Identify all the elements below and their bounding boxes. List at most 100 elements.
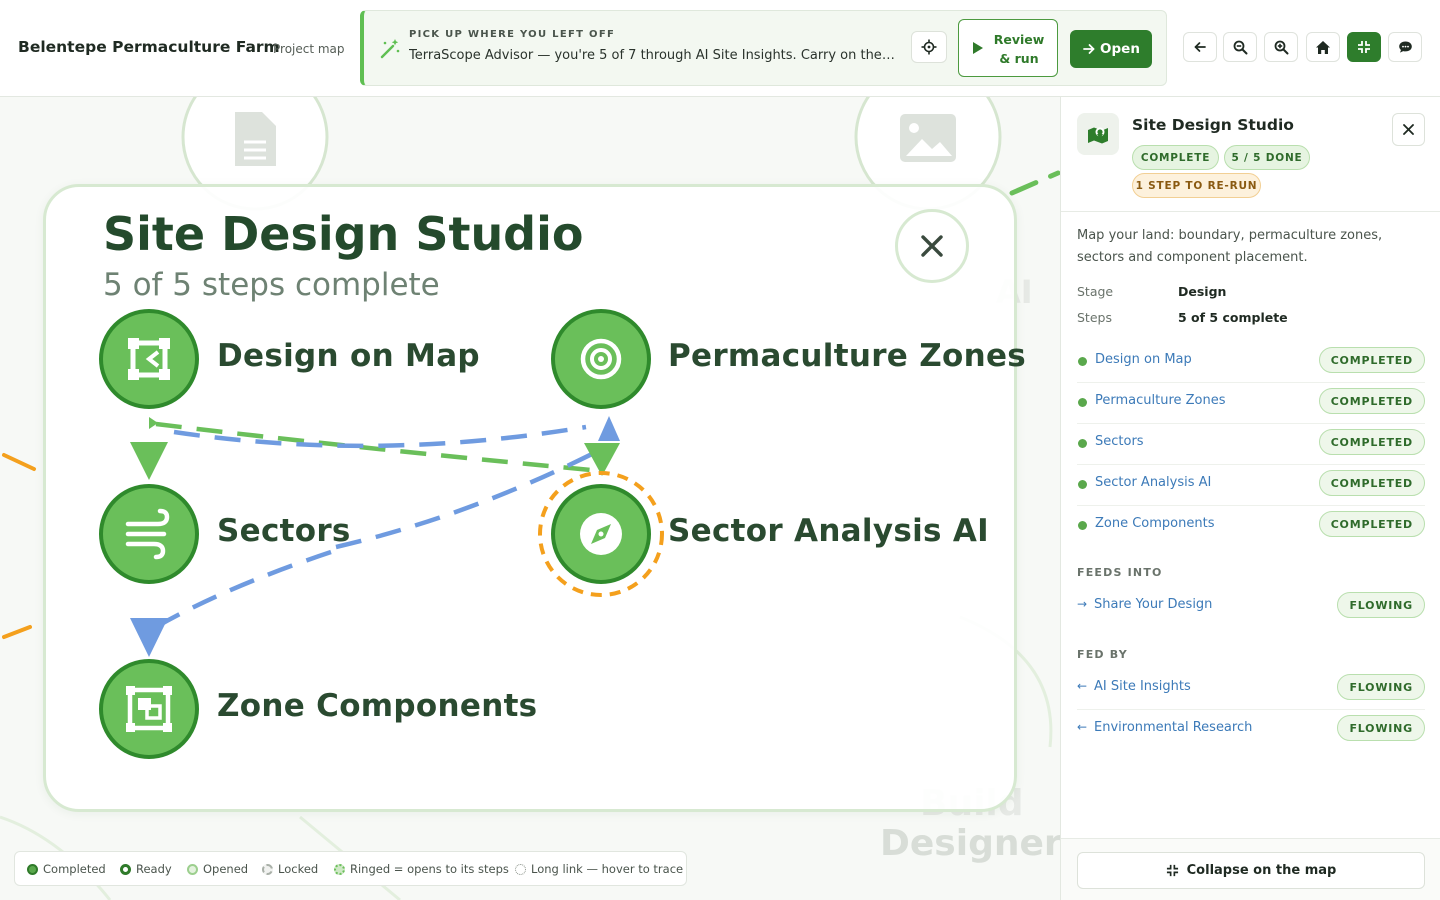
legend-label: Completed [43,862,106,876]
fed-by-status: FLOWING [1337,674,1425,700]
zoom-in-icon [1274,40,1288,54]
crop-frame-icon [128,338,170,380]
chat-button[interactable] [1388,32,1422,62]
magic-wand-icon [380,39,400,59]
compass-icon [580,513,622,555]
arrowhead-to-components [130,618,168,657]
resume-message: TerraScope Advisor — you're 5 of 7 throu… [409,48,899,63]
home-button[interactable] [1306,32,1340,62]
link-design-to-zones[interactable] [173,424,587,449]
panel-description: Map your land: boundary, permaculture zo… [1077,228,1383,265]
legend-completed: Completed [27,862,106,876]
arrow-left-icon: ← [1077,720,1088,734]
arrowhead-start [149,417,158,429]
step-row[interactable]: Design on Map COMPLETED [1077,342,1425,383]
opened-dot-icon [187,863,198,875]
step-label-zone-components[interactable]: Zone Components [217,688,537,724]
step-row-name[interactable]: Design on Map [1095,352,1192,367]
rerun-badge: 1 STEP TO RE-RUN [1132,173,1261,198]
resume-kicker: PICK UP WHERE YOU LEFT OFF [409,29,616,40]
progress-badge: 5 / 5 DONE [1224,145,1310,170]
close-icon [1403,124,1414,135]
legend-ringed: Ringed = opens to its steps [334,862,509,876]
step-row-status: COMPLETED [1318,511,1425,537]
home-icon [1316,40,1330,54]
legend-opened: Opened [187,862,248,876]
status-badge: COMPLETE [1132,145,1219,170]
step-node-zone-components[interactable] [99,659,199,759]
collapse-icon [1166,864,1178,877]
open-button[interactable]: Open [1070,30,1152,68]
play-icon [973,42,983,54]
collapse-toggle-button[interactable] [1347,32,1381,62]
locked-dot-icon [262,863,273,875]
step-node-sector-analysis-ai[interactable] [538,471,664,597]
collapse-on-map-button[interactable]: Collapse on the map [1077,852,1425,889]
step-label-permaculture-zones[interactable]: Permaculture Zones [668,338,1026,374]
step-node-sectors[interactable] [99,484,199,584]
step-row-status: COMPLETED [1318,470,1425,496]
arrow-left-icon: ← [1077,679,1088,693]
arrowhead-to-sectors [130,442,168,480]
step-label-sectors[interactable]: Sectors [217,513,351,549]
fed-by-status: FLOWING [1337,715,1425,741]
panel-title: Site Design Studio [1132,116,1294,134]
arrow-left-icon [1194,42,1206,52]
legend-label: Long link — hover to trace [531,862,684,876]
chat-icon [1398,41,1412,53]
step-row[interactable]: Permaculture Zones COMPLETED [1077,383,1425,424]
farm-name: Belentepe Permaculture Farm [18,38,280,56]
status-dot-icon [1078,480,1087,489]
step-row-name[interactable]: Zone Components [1095,516,1214,531]
zoom-in-button[interactable] [1264,32,1298,62]
review-run-label: Review & run [993,32,1045,66]
legend-locked: Locked [262,862,318,876]
step-label-design-on-map[interactable]: Design on Map [217,338,480,374]
zoom-out-icon [1233,40,1247,54]
fed-by-name[interactable]: AI Site Insights [1094,679,1191,694]
feeds-into-row[interactable]: → Share Your Design FLOWING [1077,587,1425,628]
review-run-button[interactable]: Review & run [958,19,1058,77]
steps-value: 5 of 5 complete [1178,310,1288,325]
locate-button[interactable] [911,31,947,63]
status-dot-icon [1078,357,1087,366]
feeds-into-name[interactable]: Share Your Design [1094,597,1212,612]
legend-label: Locked [278,862,319,876]
collapse-icon [1358,41,1370,53]
step-label-sector-analysis-ai[interactable]: Sector Analysis AI [668,513,989,549]
legend-label: Opened [203,862,249,876]
stage-key: Stage [1077,284,1114,299]
zoom-out-button[interactable] [1223,32,1257,62]
details-panel: Site Design Studio COMPLETE 5 / 5 DONE 1… [1060,97,1440,900]
arrow-right-icon: → [1077,597,1088,611]
fed-by-name[interactable]: Environmental Research [1094,720,1252,735]
legend-ready: Ready [120,862,172,876]
step-row-name[interactable]: Permaculture Zones [1095,393,1226,408]
step-row-name[interactable]: Sectors [1095,434,1144,449]
legend-long-link: Long link — hover to trace [515,862,683,876]
status-dot-icon [1078,521,1087,530]
step-node-permaculture-zones[interactable] [551,309,651,409]
crosshair-icon [921,39,937,55]
panel-close-button[interactable] [1392,113,1425,146]
back-button[interactable] [1183,32,1217,62]
step-node-design-on-map[interactable] [99,309,199,409]
divider [1061,211,1440,212]
view-label: Project map [273,42,345,56]
fed-by-row[interactable]: ← AI Site Insights FLOWING [1077,669,1425,710]
step-row-name[interactable]: Sector Analysis AI [1095,475,1211,490]
project-map-canvas[interactable]: Designer Build AI Site Design Studio 5 o… [0,97,1060,900]
step-row[interactable]: Sectors COMPLETED [1077,424,1425,465]
fed-by-row[interactable]: ← Environmental Research FLOWING [1077,710,1425,751]
stage-value: Design [1178,284,1227,299]
panel-footer: Collapse on the map [1061,838,1440,900]
legend-label: Ready [136,862,172,876]
step-row[interactable]: Zone Components COMPLETED [1077,506,1425,547]
step-row[interactable]: Sector Analysis AI COMPLETED [1077,465,1425,506]
step-row-status: COMPLETED [1318,429,1425,455]
status-dot-icon [1078,398,1087,407]
steps-key: Steps [1077,310,1112,325]
link-design-to-sector-analysis[interactable] [155,421,592,473]
step-row-status: COMPLETED [1318,388,1425,414]
panel-map-icon-box [1077,113,1119,155]
